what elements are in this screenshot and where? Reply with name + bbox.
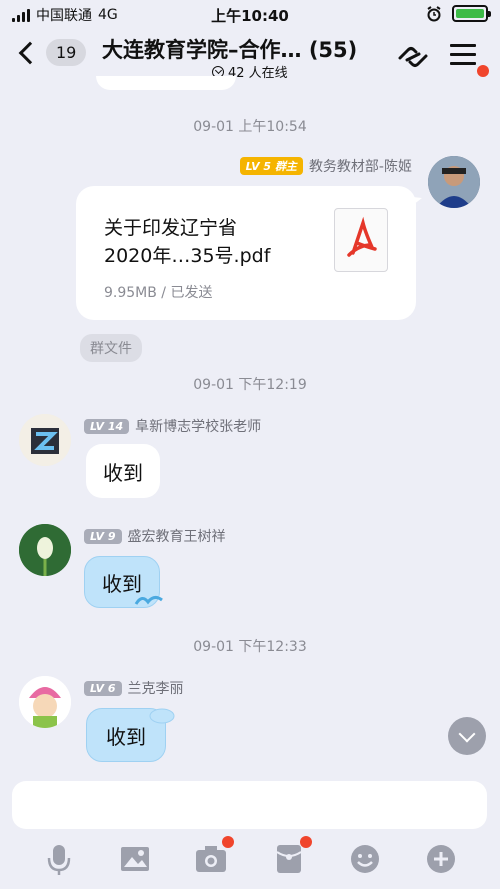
file-name: 关于印发辽宁省 2020年…35号.pdf (104, 217, 271, 267)
back-button[interactable]: 19 (14, 39, 87, 66)
message-text: 收到 (106, 724, 146, 749)
notification-dot (300, 836, 312, 848)
avatar[interactable] (19, 524, 71, 576)
scroll-down-button[interactable] (448, 717, 486, 755)
sender-name[interactable]: 教务教材部-陈姬 (309, 156, 412, 176)
message-bubble[interactable]: 收到 (86, 444, 160, 498)
bottom-toolbar (0, 836, 500, 882)
group-file-tag[interactable]: 群文件 (80, 334, 142, 362)
lotus-photo-icon (19, 524, 71, 576)
file-meta: 9.95MB / 已发送 (104, 285, 213, 301)
timestamp: 09-01 下午12:33 (193, 639, 307, 655)
level-badge: LV 14 (84, 418, 130, 434)
sender-name[interactable]: 盛宏教育王树祥 (128, 526, 226, 546)
avatar[interactable] (19, 414, 71, 466)
message-text: 收到 (103, 460, 143, 485)
level-badge: LV 6 (84, 680, 122, 696)
sender-row: LV 5 群主 教务教材部-陈姬 (239, 156, 412, 176)
file-message[interactable]: 关于印发辽宁省 2020年…35号.pdf 9.95MB / 已发送 (76, 186, 416, 320)
unread-count-badge: 19 (46, 39, 87, 66)
image-icon[interactable] (118, 842, 152, 876)
sender-name[interactable]: 兰克李丽 (128, 678, 184, 698)
timestamp: 09-01 上午10:54 (193, 119, 307, 135)
emoji-icon[interactable] (348, 842, 382, 876)
avatar[interactable] (19, 676, 71, 728)
chat-header: 19 大连教育学院–合作… (55) 42 人在线 (0, 30, 500, 88)
notification-dot (222, 836, 234, 848)
alarm-icon (427, 5, 441, 21)
timestamp: 09-01 下午12:19 (193, 377, 307, 393)
avatar[interactable] (428, 156, 480, 208)
red-packet-icon[interactable] (272, 842, 306, 876)
sender-row: LV 6 兰克李丽 (84, 678, 184, 698)
status-bar: 中国联通 4G 上午10:40 (0, 0, 500, 30)
clock: 上午10:40 (211, 7, 289, 25)
person-photo-icon (428, 156, 480, 208)
pdf-icon (334, 208, 388, 272)
group-title[interactable]: 大连教育学院–合作… (55) (102, 34, 357, 64)
camera-icon[interactable] (194, 842, 228, 876)
sender-name[interactable]: 阜新博志学校张老师 (135, 416, 261, 436)
online-count: 42 人在线 (228, 66, 288, 81)
battery-icon (452, 5, 491, 22)
plus-icon[interactable] (424, 842, 458, 876)
chevron-left-icon (18, 41, 42, 64)
cartoon-avatar-icon (19, 676, 71, 728)
bubble-decoration-icon (149, 708, 175, 724)
previous-message-bubble[interactable] (96, 76, 236, 90)
member-count: (55) (308, 38, 358, 62)
level-badge: LV 5 群主 (239, 157, 303, 175)
owner-badge: 群主 (274, 160, 297, 173)
wave-icon (134, 595, 163, 605)
menu-icon[interactable] (450, 44, 476, 66)
school-logo-icon (19, 414, 71, 466)
group-name: 大连教育学院–合作… (102, 38, 302, 62)
bubble-tail (404, 196, 422, 212)
notification-dot (477, 65, 489, 77)
microphone-icon[interactable] (42, 842, 76, 876)
sender-row: LV 14 阜新博志学校张老师 (84, 416, 261, 436)
message-input[interactable] (12, 781, 487, 829)
level-badge: LV 9 (84, 528, 122, 544)
sender-row: LV 9 盛宏教育王树祥 (84, 526, 226, 546)
share-link-icon[interactable] (396, 42, 430, 72)
